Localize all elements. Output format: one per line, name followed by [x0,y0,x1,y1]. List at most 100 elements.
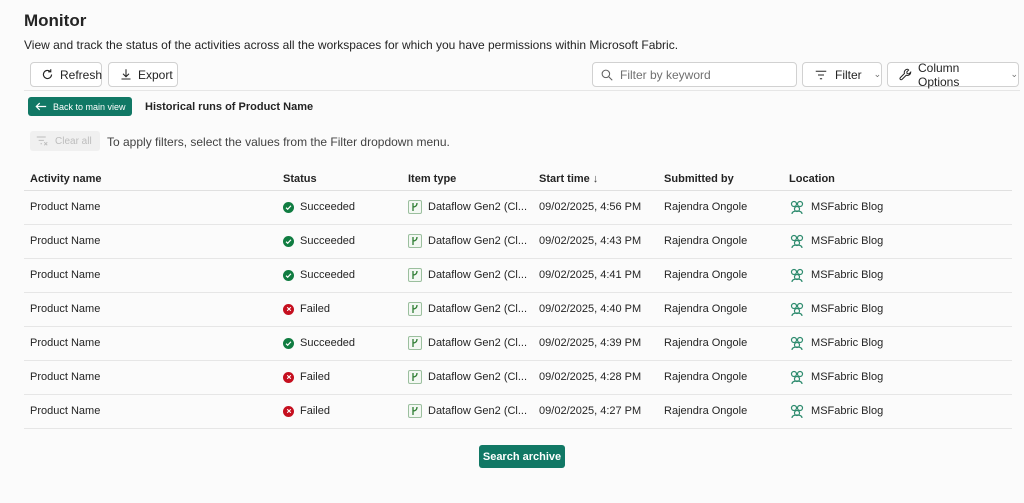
column-header-status[interactable]: Status [277,168,402,191]
submitted-by-cell: Rajendra Ongole [658,326,784,361]
activity-name-cell[interactable]: Product Name [24,292,277,327]
status-label: Failed [300,405,330,417]
start-time: 09/02/2025, 4:27 PM [539,405,642,417]
start-time-cell: 09/02/2025, 4:40 PM [533,292,659,327]
start-time-cell: 09/02/2025, 4:28 PM [533,360,659,395]
dataflow-icon [408,370,422,384]
refresh-button[interactable]: Refresh [30,62,102,87]
table-row[interactable]: Product Name Failed Dataflow Gen2 (Cl... 09… [24,292,1012,327]
start-time: 09/02/2025, 4:40 PM [539,303,642,315]
activity-name: Product Name [30,405,101,417]
start-time-cell: 09/02/2025, 4:43 PM [533,224,659,259]
status-label: Failed [300,303,330,315]
back-to-main-view-button[interactable]: Back to main view [28,97,132,116]
dataflow-icon [408,336,422,350]
x-circle-icon [283,371,294,383]
x-circle-icon [283,405,294,417]
item-type-cell: Dataflow Gen2 (Cl... [402,394,534,429]
item-type-label: Dataflow Gen2 (Cl... [428,337,528,349]
table-row[interactable]: Product Name Succeeded Dataflow Gen2 (Cl..… [24,224,1012,259]
historical-runs-title: Historical runs of Product Name [145,101,314,113]
submitted-by: Rajendra Ongole [664,337,748,349]
workspace-icon [790,370,804,384]
item-type-label: Dataflow Gen2 (Cl... [428,235,528,247]
check-circle-icon [283,269,294,281]
status-cell: Succeeded [277,190,402,225]
submitted-by-cell: Rajendra Ongole [658,360,784,395]
chevron-down-icon: ⌄ [873,69,882,79]
search-box[interactable] [592,62,797,87]
workspace-icon [790,200,804,214]
item-type-cell: Dataflow Gen2 (Cl... [402,326,534,361]
column-options-label: Column Options [918,60,960,89]
wrench-icon [899,68,912,81]
page-subtitle: View and track the status of the activit… [24,38,679,52]
item-type-label: Dataflow Gen2 (Cl... [428,201,528,213]
submitted-by: Rajendra Ongole [664,235,748,247]
chevron-down-icon: ⌄ [1010,69,1018,79]
x-circle-icon [283,303,294,315]
export-button[interactable]: Export [108,62,178,87]
export-label: Export [138,67,173,82]
location-cell[interactable]: MSFabric Blog [783,224,1012,259]
table-row[interactable]: Product Name Failed Dataflow Gen2 (Cl... 09… [24,394,1012,429]
status-cell: Failed [277,394,402,429]
refresh-icon [42,69,53,80]
refresh-label: Refresh [60,67,103,82]
activity-name-cell[interactable]: Product Name [24,224,277,259]
column-header-submitted-by[interactable]: Submitted by [658,168,784,191]
location-cell[interactable]: MSFabric Blog [783,190,1012,225]
activity-name-cell[interactable]: Product Name [24,394,277,429]
location-cell[interactable]: MSFabric Blog [783,258,1012,293]
status-cell: Succeeded [277,326,402,361]
location-label: MSFabric Blog [811,337,884,349]
toolbar-divider [24,90,1020,91]
start-time-cell: 09/02/2025, 4:27 PM [533,394,659,429]
table-row[interactable]: Product Name Succeeded Dataflow Gen2 (Cl..… [24,190,1012,225]
activity-name: Product Name [30,235,101,247]
workspace-icon [790,268,804,282]
table-row[interactable]: Product Name Succeeded Dataflow Gen2 (Cl..… [24,326,1012,361]
clear-all-button[interactable]: Clear all [30,131,100,151]
status-label: Succeeded [300,269,356,281]
item-type-cell: Dataflow Gen2 (Cl... [402,292,534,327]
table-row[interactable]: Product Name Succeeded Dataflow Gen2 (Cl..… [24,258,1012,293]
activity-table: Activity name Status Item type Start tim… [24,168,1012,429]
search-input[interactable] [620,67,780,82]
start-time: 09/02/2025, 4:41 PM [539,269,642,281]
activity-name-cell[interactable]: Product Name [24,360,277,395]
location-cell[interactable]: MSFabric Blog [783,394,1012,429]
activity-name-cell[interactable]: Product Name [24,258,277,293]
activity-name-cell[interactable]: Product Name [24,190,277,225]
arrow-down-icon: ↓ [592,172,599,185]
status-label: Succeeded [300,201,356,213]
column-header-location[interactable]: Location [783,168,1012,191]
submitted-by: Rajendra Ongole [664,371,748,383]
dataflow-icon [408,268,422,282]
search-archive-button[interactable]: Search archive [479,445,565,468]
column-options-button[interactable]: Column Options ⌄ [887,60,1019,89]
location-label: MSFabric Blog [811,269,884,281]
workspace-icon [790,336,804,350]
location-cell[interactable]: MSFabric Blog [783,292,1012,327]
start-time-cell: 09/02/2025, 4:41 PM [533,258,659,293]
column-header-activity-name[interactable]: Activity name [24,168,277,191]
column-header-item-type[interactable]: Item type [402,168,534,191]
table-header-row: Activity name Status Item type Start tim… [24,168,1012,191]
filter-icon [815,70,827,79]
activity-name: Product Name [30,269,101,281]
workspace-icon [790,234,804,248]
filter-button[interactable]: Filter ⌄ [802,62,882,87]
location-cell[interactable]: MSFabric Blog [783,360,1012,395]
location-cell[interactable]: MSFabric Blog [783,326,1012,361]
status-label: Failed [300,371,330,383]
activity-name: Product Name [30,303,101,315]
location-label: MSFabric Blog [811,201,884,213]
activity-name-cell[interactable]: Product Name [24,326,277,361]
submitted-by-cell: Rajendra Ongole [658,258,784,293]
table-row[interactable]: Product Name Failed Dataflow Gen2 (Cl... 09… [24,360,1012,395]
submitted-by: Rajendra Ongole [664,405,748,417]
status-label: Succeeded [300,337,356,349]
column-header-start-time[interactable]: Start time ↓ [533,168,659,191]
item-type-label: Dataflow Gen2 (Cl... [428,269,528,281]
